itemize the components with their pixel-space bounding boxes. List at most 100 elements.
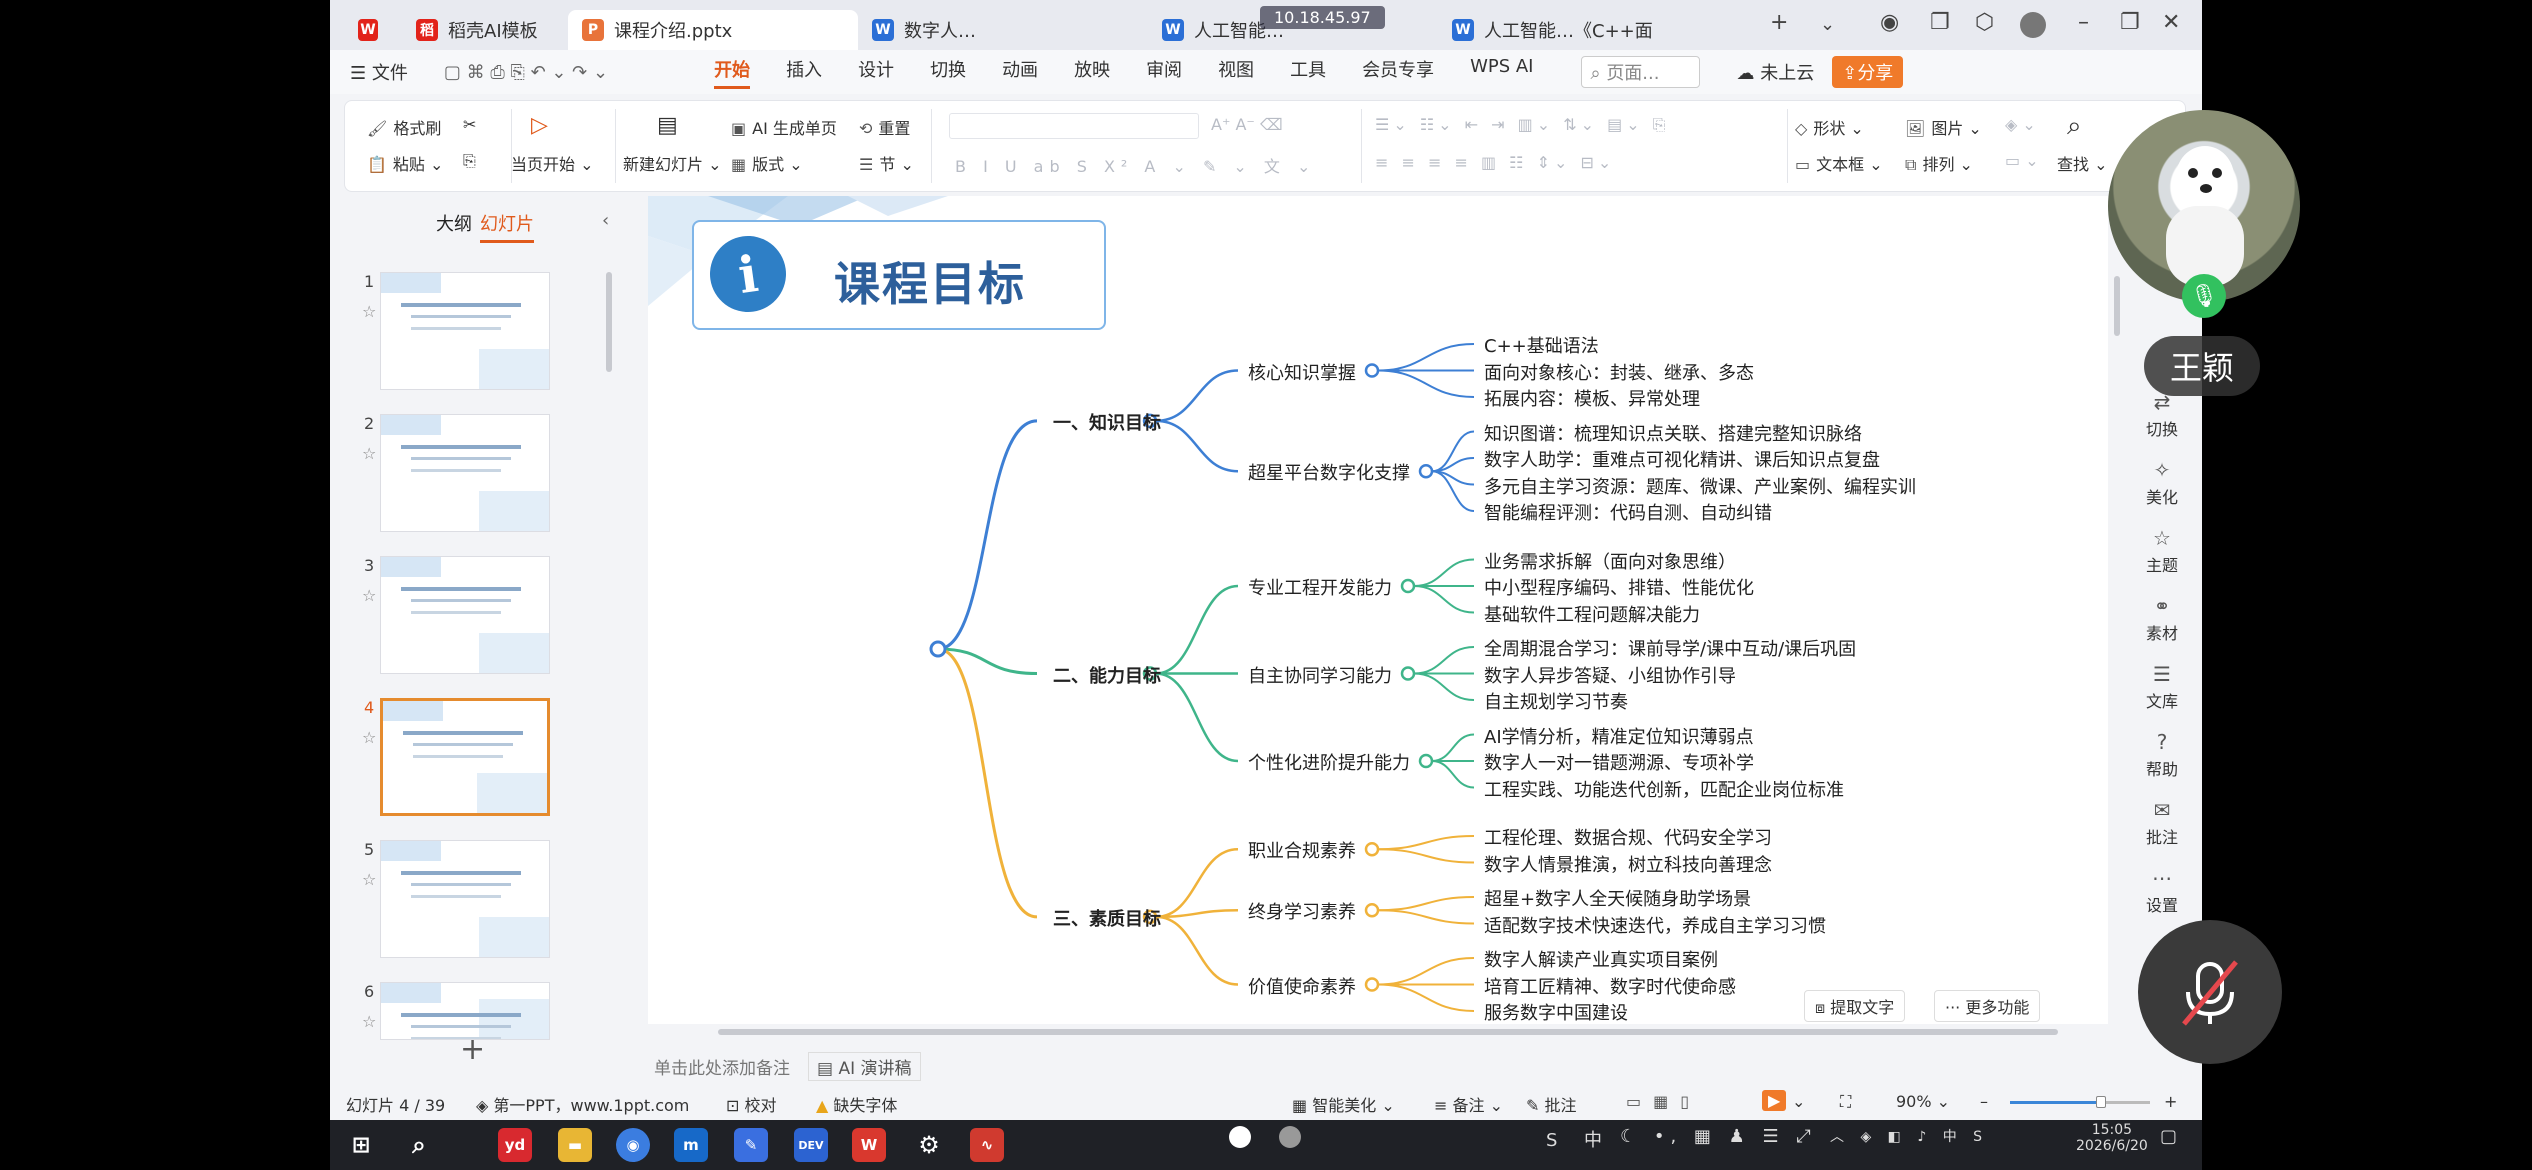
mindmap-leaf[interactable]: 数字人助学：重难点可视化精讲、课后知识点复盘 [1484, 446, 1880, 472]
file-explorer-icon[interactable]: ▬ [558, 1128, 592, 1162]
menu-tab[interactable]: 动画 [1002, 56, 1038, 89]
copy-icon[interactable]: ⎘ [463, 151, 476, 171]
cut-icon[interactable]: ✂ [463, 115, 476, 134]
shape-button[interactable]: ◇ 形状 ⌄ [1795, 115, 1864, 139]
zoom-in-button[interactable]: + [2164, 1092, 2177, 1111]
title-tab[interactable]: 稻稻壳AI模板 [402, 10, 568, 50]
cube-icon[interactable]: ⬡ [1975, 10, 1994, 35]
close-button[interactable]: ✕ [2162, 10, 2180, 35]
slide-canvas[interactable]: i 课程目标 一、知识目标 核心知识掌握 C++基础语法 面向对象核心：封装、继承、多… [648, 196, 2108, 1024]
restore-button[interactable]: ❐ [2120, 10, 2140, 35]
mindmap-subbranch[interactable]: 专业工程开发能力 [1248, 574, 1392, 600]
menu-tab[interactable]: 切换 [930, 56, 966, 89]
slide-thumbnail[interactable] [380, 414, 550, 532]
slide-thumbnail[interactable] [380, 698, 550, 816]
play-icon[interactable]: ▷ [531, 113, 548, 138]
menu-tab[interactable]: 放映 [1074, 56, 1110, 89]
mindmap-node-dot[interactable] [1364, 363, 1380, 378]
right-tool-button[interactable]: ⋯ 设置 [2130, 866, 2194, 916]
slide-thumbnail[interactable] [380, 272, 550, 390]
mindmap-subbranch[interactable]: 终身学习素养 [1248, 898, 1356, 924]
dev-app-icon[interactable]: DEV [794, 1128, 828, 1162]
add-slide-button[interactable]: + [460, 1032, 485, 1067]
play-from-current-button[interactable]: 当页开始 ⌄ [511, 151, 594, 175]
new-slide-button[interactable]: 新建幻灯片 ⌄ [623, 151, 722, 175]
more-features-button[interactable]: ··· 更多功能 [1934, 990, 2041, 1022]
mindmap-leaf[interactable]: 数字人情景推演，树立科技向善理念 [1484, 851, 1772, 877]
youdao-app-icon[interactable]: yd [498, 1128, 532, 1162]
new-slide-icon[interactable]: ▤ [657, 113, 678, 138]
text-format-tools[interactable]: B I U ab S X² A ⌄ ✎ ⌄ 文 ⌄ [955, 153, 1316, 177]
mindmap-subbranch[interactable]: 超星平台数字化支撑 [1248, 459, 1410, 485]
section-button[interactable]: ☰ 节 ⌄ [859, 151, 914, 175]
extract-text-button[interactable]: ⧈ 提取文字 [1804, 990, 1906, 1022]
mindmap-leaf[interactable]: 数字人异步答疑、小组协作引导 [1484, 662, 1736, 688]
font-family-select[interactable] [949, 113, 1199, 139]
feishu-icon[interactable]: ✎ [734, 1128, 768, 1162]
ime-tools[interactable]: ☾ •, ▦ ♟ ☰ ⤢ [1620, 1126, 1817, 1147]
quick-access-icons[interactable]: ▢ ⌘ ⎙ ⎘ ↶ ⌄ ↷ ⌄ [444, 62, 608, 83]
menu-tab[interactable]: WPS AI [1470, 56, 1533, 89]
star-icon[interactable]: ☆ [362, 444, 376, 463]
notification-icon[interactable]: ▢ [2160, 1126, 2177, 1147]
smart-beautify-button[interactable]: ▦ 智能美化 ⌄ [1292, 1092, 1395, 1116]
proofread-button[interactable]: ⊡ 校对 [726, 1092, 777, 1116]
mindmap-node-dot[interactable] [1364, 977, 1380, 992]
zoom-level[interactable]: 90% ⌄ [1896, 1092, 1950, 1111]
mic-active-icon[interactable]: 🎙 [2182, 274, 2226, 318]
right-tool-button[interactable]: ☆ 主题 [2130, 526, 2194, 576]
mindmap-root-dot[interactable] [929, 640, 947, 658]
mindmap-leaf[interactable]: AI学情分析，精准定位知识薄弱点 [1484, 723, 1754, 749]
textbox-button[interactable]: ▭ 文本框 ⌄ [1795, 151, 1883, 175]
mindmap-subbranch[interactable]: 个性化进阶提升能力 [1248, 749, 1410, 775]
star-icon[interactable]: ☆ [362, 586, 376, 605]
mindmap-leaf[interactable]: 拓展内容：模板、异常处理 [1484, 385, 1700, 411]
mindmap-leaf[interactable]: 自主规划学习节奏 [1484, 688, 1628, 714]
collapse-panel-icon[interactable]: ‹ [602, 210, 609, 231]
mindmap-leaf[interactable]: 中小型程序编码、排错、性能优化 [1484, 574, 1754, 600]
right-tool-button[interactable]: ✉ 批注 [2130, 798, 2194, 848]
right-tool-button[interactable]: ⚭ 素材 [2130, 594, 2194, 644]
menu-tab[interactable]: 设计 [858, 56, 894, 89]
slide-thumbnail[interactable] [380, 840, 550, 958]
ai-generate-button[interactable]: ▣ AI 生成单页 [731, 115, 837, 139]
mindmap-leaf[interactable]: 智能编程评测：代码自测、自动纠错 [1484, 499, 1772, 525]
start-icon[interactable]: ⊞ [344, 1128, 378, 1162]
star-icon[interactable]: ☆ [362, 1012, 376, 1031]
wps-taskbar-icon[interactable]: W [852, 1128, 886, 1162]
right-tool-button[interactable]: ✧ 美化 [2130, 458, 2194, 508]
mindmap-subbranch[interactable]: 价值使命素养 [1248, 973, 1356, 999]
file-menu[interactable]: ☰ 文件 [350, 59, 408, 85]
mindmap-leaf[interactable]: 全周期混合学习：课前导学/课中互动/课后巩固 [1484, 635, 1856, 661]
title-tab[interactable]: W [344, 10, 402, 50]
menu-tab[interactable]: 工具 [1290, 56, 1326, 89]
mindmap-subbranch[interactable]: 自主协同学习能力 [1248, 662, 1392, 688]
tab-slides[interactable]: 幻灯片 [480, 210, 534, 243]
outline-tool[interactable]: ▭ ⌄ [2005, 151, 2039, 170]
slideshow-button[interactable]: ▶ [1762, 1090, 1787, 1111]
mindmap-leaf[interactable]: 多元自主学习资源：题库、微课、产业案例、编程实训 [1484, 473, 1916, 499]
clock[interactable]: 15:05 2026/6/20 [2076, 1122, 2148, 1154]
mindmap-leaf[interactable]: C++基础语法 [1484, 332, 1599, 358]
mindmap-branch[interactable]: 三、素质目标 [1053, 905, 1161, 931]
right-tool-button[interactable]: ? 帮助 [2130, 730, 2194, 780]
title-tab[interactable]: P 课程介绍.pptx [568, 10, 858, 50]
mindmap-leaf[interactable]: 数字人一对一错题溯源、专项补学 [1484, 749, 1754, 775]
fit-window-icon[interactable]: ⛶ [1840, 1092, 1851, 1112]
mic-mute-button[interactable] [2138, 920, 2282, 1064]
zoom-slider-thumb[interactable] [2096, 1096, 2106, 1108]
mindmap-branch[interactable]: 一、知识目标 [1053, 409, 1161, 435]
search-icon[interactable]: ⌕ [402, 1128, 436, 1162]
cloud-status[interactable]: ☁ 未上云 [1736, 59, 1814, 85]
reset-button[interactable]: ⟲ 重置 [859, 115, 910, 139]
find-icon[interactable]: ⌕ [2067, 111, 2082, 142]
menu-tab[interactable]: 插入 [786, 56, 822, 89]
mindmap-leaf[interactable]: 服务数字中国建设 [1484, 999, 1628, 1024]
slideshow-menu-icon[interactable]: ⌄ [1792, 1092, 1805, 1111]
mindmap-node-dot[interactable] [1364, 903, 1380, 918]
canvas-scrollbar[interactable] [2112, 196, 2122, 1024]
paragraph-tools-bottom[interactable]: ≡ ≡ ≡ ≡ ▥ ☷ ⇕⌄ ⊟⌄ [1375, 153, 1615, 172]
tab-list-icon[interactable]: ⌄ [1820, 14, 1835, 35]
new-tab-button[interactable]: + [1770, 10, 1788, 35]
mindmap-leaf[interactable]: 适配数字技术快速迭代，养成自主学习习惯 [1484, 912, 1826, 938]
